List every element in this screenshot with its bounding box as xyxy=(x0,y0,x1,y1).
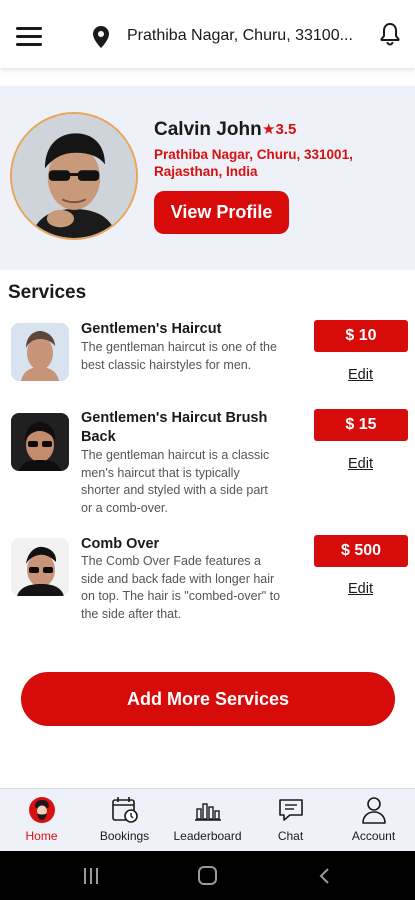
add-more-services-button[interactable]: Add More Services xyxy=(21,672,395,726)
edit-service-link[interactable]: Edit xyxy=(348,367,373,383)
nav-label: Chat xyxy=(277,829,304,843)
service-image-comb-over xyxy=(11,538,69,596)
service-description: The Comb Over Fade features a side and b… xyxy=(81,554,281,621)
profile-address: Prathiba Nagar, Churu, 331001, Rajasthan… xyxy=(154,147,353,179)
nav-label: Home xyxy=(25,829,58,843)
nav-home[interactable]: Home xyxy=(0,789,83,852)
rating-badge: ★3.5 xyxy=(262,121,297,138)
edit-service-link[interactable]: Edit xyxy=(348,581,373,597)
service-name: Gentlemen's Haircut Brush Back xyxy=(81,410,268,445)
edit-service-link[interactable]: Edit xyxy=(348,456,373,472)
profile-name: Calvin John xyxy=(154,119,262,140)
hamburger-menu-icon[interactable] xyxy=(16,27,42,47)
recents-icon[interactable] xyxy=(84,868,100,884)
home-icon[interactable] xyxy=(198,866,217,885)
map-pin-icon xyxy=(93,26,109,48)
bar-chart-icon xyxy=(194,803,221,821)
nav-label: Account xyxy=(351,829,396,843)
nav-label: Leaderboard xyxy=(173,829,242,843)
nav-account[interactable]: Account xyxy=(332,789,415,852)
user-icon xyxy=(361,797,386,824)
service-name: Comb Over xyxy=(81,536,160,552)
service-description: The gentleman haircut is a classic men's… xyxy=(81,448,270,515)
calendar-clock-icon xyxy=(111,797,138,823)
nav-label: Bookings xyxy=(99,829,150,843)
service-price-button[interactable]: $ 15 xyxy=(314,409,408,441)
bottom-navigation: Home Bookings Leaderboard Chat Account xyxy=(0,788,415,851)
service-description: The gentleman haircut is one of the best… xyxy=(81,340,277,372)
nav-leaderboard[interactable]: Leaderboard xyxy=(166,789,249,852)
service-name: Gentlemen's Haircut xyxy=(81,321,222,337)
app-header: Prathiba Nagar, Churu, 33100... xyxy=(0,0,415,68)
back-icon[interactable] xyxy=(317,867,331,885)
view-profile-button[interactable]: View Profile xyxy=(154,191,289,234)
service-price-button[interactable]: $ 500 xyxy=(314,535,408,567)
services-heading: Services xyxy=(8,282,87,303)
barber-home-icon xyxy=(28,797,55,823)
system-navigation-bar xyxy=(0,851,415,900)
chat-bubble-icon xyxy=(278,799,303,821)
nav-chat[interactable]: Chat xyxy=(249,789,332,852)
bell-icon[interactable] xyxy=(379,22,401,46)
nav-bookings[interactable]: Bookings xyxy=(83,789,166,852)
service-price-button[interactable]: $ 10 xyxy=(314,320,408,352)
service-image-brush-back xyxy=(11,413,69,471)
profile-avatar xyxy=(10,112,138,240)
service-image-haircut xyxy=(11,323,69,381)
location-text[interactable]: Prathiba Nagar, Churu, 33100... xyxy=(127,27,353,45)
